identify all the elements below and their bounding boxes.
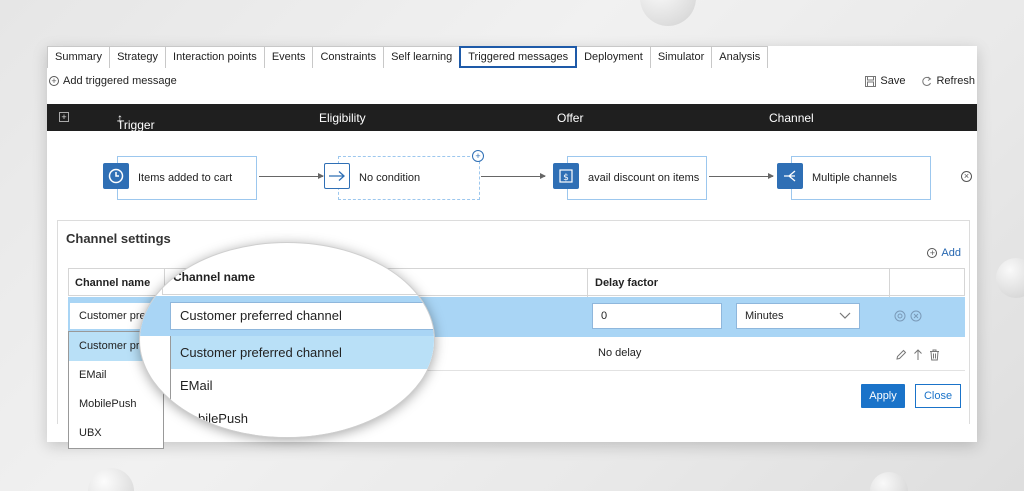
decor-bubble	[996, 258, 1024, 298]
channel-name-header: Channel name	[75, 277, 151, 289]
toolbar: + Add triggered message Save Refresh	[47, 73, 977, 91]
delay-unit-select[interactable]: Minutes	[736, 303, 860, 329]
eligibility-node[interactable]: No condition	[338, 156, 480, 200]
column-divider	[889, 269, 890, 297]
delay-value-input[interactable]: 0	[592, 303, 722, 329]
tab-interaction-points[interactable]: Interaction points	[165, 46, 265, 68]
remove-row-icon[interactable]: ×	[961, 171, 972, 182]
tab-analysis[interactable]: Analysis	[711, 46, 769, 68]
clock-icon	[103, 163, 129, 189]
cancel-icon[interactable]	[910, 310, 922, 322]
add-condition-icon[interactable]: +	[472, 150, 484, 162]
chevron-down-icon	[839, 312, 851, 319]
tab-simulator[interactable]: Simulator	[649, 46, 713, 68]
column-divider	[587, 269, 588, 297]
tab-strategy[interactable]: Strategy	[109, 46, 167, 68]
delay-unit-value: Minutes	[745, 310, 784, 322]
tab-self-learning[interactable]: Self learning	[383, 46, 461, 68]
edit-icon[interactable]	[895, 349, 907, 361]
save-label: Save	[880, 75, 906, 87]
expand-all-icon[interactable]: +	[59, 112, 69, 122]
eligibility-column-header: Eligibility	[319, 111, 366, 125]
multiple-channels-icon	[777, 163, 803, 189]
apply-button[interactable]: Apply	[861, 384, 905, 408]
magnified-channel-select[interactable]: Customer preferred channel	[170, 302, 434, 330]
magnifier-callout: Channel name Customer preferred channel …	[139, 242, 435, 438]
delete-icon[interactable]	[929, 349, 940, 361]
refresh-icon	[922, 76, 932, 86]
add-triggered-message-button[interactable]: + Add triggered message	[49, 75, 177, 87]
refresh-label: Refresh	[936, 75, 975, 87]
plus-circle-icon: +	[49, 76, 59, 86]
add-triggered-message-label: Add triggered message	[63, 75, 177, 87]
channel-column-header: Channel	[769, 111, 814, 125]
magnified-dropdown-list: Customer preferred channel EMail MobileP…	[170, 336, 434, 437]
magnified-selected-row: Customer preferred channel	[140, 296, 434, 336]
channel-node[interactable]: Multiple channels	[791, 156, 931, 200]
message-flow: Items added to cart No condition + avail…	[47, 146, 977, 206]
refresh-button[interactable]: Refresh	[921, 75, 975, 87]
magnified-option-email[interactable]: EMail	[171, 369, 434, 402]
offer-column-header: Offer	[557, 111, 584, 125]
tab-summary[interactable]: Summary	[47, 46, 111, 68]
grid-header: + Trigger ↑ Eligibility Offer Channel	[47, 104, 977, 132]
channel-node-label: Multiple channels	[812, 172, 897, 184]
connector	[481, 173, 546, 179]
magnified-option-customer-preferred[interactable]: Customer preferred channel	[171, 336, 434, 369]
plus-circle-icon: +	[927, 248, 938, 258]
trigger-column-label: Trigger	[117, 118, 155, 132]
trigger-node[interactable]: Items added to cart	[117, 156, 257, 200]
eligibility-node-label: No condition	[359, 172, 421, 184]
save-button[interactable]: Save	[865, 75, 905, 87]
decor-bubble	[640, 0, 696, 26]
add-channel-button[interactable]: + Add	[927, 247, 961, 259]
delay-value: No delay	[598, 347, 642, 359]
tab-constraints[interactable]: Constraints	[312, 46, 385, 68]
svg-text:$: $	[563, 173, 569, 183]
magnified-channel-header: Channel name	[162, 261, 434, 295]
offer-node[interactable]: avail discount on items	[567, 156, 707, 200]
magnified-channel-name-header: Channel name	[173, 270, 256, 284]
settings-icon[interactable]	[894, 310, 906, 322]
delay-factor-header: Delay factor	[595, 277, 658, 289]
close-button[interactable]: Close	[915, 384, 961, 408]
offer-node-label: avail discount on items	[588, 172, 700, 184]
save-icon	[865, 75, 877, 87]
trigger-node-label: Items added to cart	[138, 172, 233, 184]
offer-icon: $	[553, 163, 579, 189]
connector	[709, 173, 774, 179]
trigger-column-header[interactable]: Trigger ↑	[117, 111, 155, 132]
decor-bubble	[870, 472, 908, 491]
connector	[259, 173, 324, 179]
tab-triggered-messages[interactable]: Triggered messages	[459, 46, 578, 68]
tab-deployment[interactable]: Deployment	[576, 46, 651, 68]
tab-bar: Summary Strategy Interaction points Even…	[47, 46, 769, 68]
magnified-channel-value: Customer preferred channel	[180, 308, 342, 323]
add-channel-label: Add	[941, 247, 961, 259]
magnified-option-mobilepush[interactable]: MobilePush	[171, 402, 434, 435]
decor-bubble	[88, 468, 134, 491]
arrow-right-icon	[324, 163, 350, 189]
move-up-icon[interactable]	[913, 349, 923, 361]
tab-events[interactable]: Events	[263, 46, 314, 68]
